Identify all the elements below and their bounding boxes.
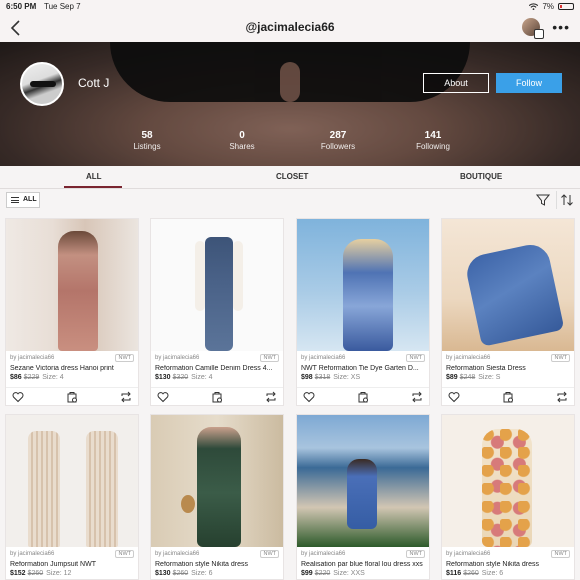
listing-card[interactable]: by jacimalecia66 NWT Realisation par blu… [296, 414, 430, 580]
listing-title[interactable]: Realisation par blue floral lou dress xx… [301, 561, 427, 568]
stat-following[interactable]: 141 Following [403, 130, 463, 151]
status-bar: 6:50 PM Tue Sep 7 7% [0, 0, 580, 14]
follow-button[interactable]: Follow [496, 73, 562, 93]
listing-price-row: $89 $248 Size: S [446, 374, 501, 381]
nwt-badge: NWT [406, 354, 425, 362]
status-time: 6:50 PM [6, 2, 37, 11]
bag-icon [534, 29, 544, 39]
category-all-button[interactable]: ALL [6, 192, 40, 208]
listing-title[interactable]: NWT Reformation Tie Dye Garten D... [301, 365, 427, 372]
nwt-badge: NWT [406, 550, 425, 558]
listing-photo[interactable] [151, 415, 283, 547]
listing-price-row: $152 $260 Size: 12 [10, 570, 72, 577]
listing-card[interactable]: by jacimalecia66 NWT Reformation style N… [441, 414, 575, 580]
nwt-badge: NWT [551, 354, 570, 362]
menu-icon [11, 197, 19, 203]
stat-listings[interactable]: 58 Listings [117, 130, 177, 151]
user-avatar[interactable] [522, 18, 544, 39]
bundle-icon[interactable] [211, 391, 223, 403]
tab-all[interactable]: ALL [86, 172, 102, 181]
listing-title[interactable]: Reformation Siesta Dress [446, 365, 572, 372]
status-right: 7% [529, 2, 574, 11]
share-icon[interactable] [120, 391, 132, 403]
bundle-icon[interactable] [66, 391, 78, 403]
listing-title[interactable]: Sezane Victoria dress Hanoi print [10, 365, 136, 372]
filter-bar: ALL [0, 189, 580, 211]
sort-icon[interactable] [560, 193, 574, 207]
profile-name: Cott J [78, 76, 110, 90]
battery-icon [558, 3, 574, 10]
heart-icon[interactable] [303, 391, 315, 403]
listing-title[interactable]: Reformation style Nikita dress [155, 561, 281, 568]
stat-followers[interactable]: 287 Followers [308, 130, 368, 151]
heart-icon[interactable] [448, 391, 460, 403]
filter-icon[interactable] [536, 193, 550, 207]
listing-price-row: $116 $260 Size: 6 [446, 570, 504, 577]
battery-percent: 7% [542, 2, 554, 11]
nwt-badge: NWT [115, 550, 134, 558]
about-button[interactable]: About [423, 73, 489, 93]
listing-card[interactable]: by jacimalecia66 NWT Sezane Victoria dre… [5, 218, 139, 406]
heart-icon[interactable] [157, 391, 169, 403]
share-icon[interactable] [411, 391, 423, 403]
wifi-icon [529, 3, 539, 10]
listing-photo[interactable] [6, 415, 138, 547]
listing-price-row: $130 $260 Size: 6 [155, 570, 213, 577]
listing-card[interactable]: by jacimalecia66 NWT Reformation Jumpsui… [5, 414, 139, 580]
listing-photo[interactable] [6, 219, 138, 351]
listing-photo[interactable] [297, 219, 429, 351]
listing-price-row: $98 $318 Size: XS [301, 374, 361, 381]
listing-card[interactable]: by jacimalecia66 NWT Reformation Camille… [150, 218, 284, 406]
stat-shares[interactable]: 0 Shares [212, 130, 272, 151]
listing-price-row: $99 $220 Size: XXS [301, 570, 365, 577]
nwt-badge: NWT [260, 354, 279, 362]
tab-boutique[interactable]: BOUTIQUE [460, 172, 502, 181]
closet-tabs: ALL CLOSET BOUTIQUE [0, 166, 580, 188]
listing-title[interactable]: Reformation Camille Denim Dress 4... [155, 365, 281, 372]
listing-photo[interactable] [442, 219, 574, 351]
listing-title[interactable]: Reformation Jumpsuit NWT [10, 561, 136, 568]
listing-photo[interactable] [151, 219, 283, 351]
page-title: @jacimalecia66 [245, 20, 335, 34]
listing-card[interactable]: by jacimalecia66 NWT Reformation Siesta … [441, 218, 575, 406]
listing-photo[interactable] [442, 415, 574, 547]
bundle-icon[interactable] [357, 391, 369, 403]
share-icon[interactable] [265, 391, 277, 403]
status-date: Tue Sep 7 [44, 2, 81, 11]
top-nav: @jacimalecia66 ••• [0, 14, 580, 42]
bundle-icon[interactable] [502, 391, 514, 403]
nwt-badge: NWT [551, 550, 570, 558]
listing-photo[interactable] [297, 415, 429, 547]
listing-card[interactable]: by jacimalecia66 NWT NWT Reformation Tie… [296, 218, 430, 406]
listing-price-row: $86 $229 Size: 4 [10, 374, 64, 381]
listing-price-row: $130 $320 Size: 4 [155, 374, 213, 381]
share-icon[interactable] [556, 391, 568, 403]
cover-photo [0, 42, 580, 166]
nwt-badge: NWT [115, 354, 134, 362]
nwt-badge: NWT [260, 550, 279, 558]
more-icon[interactable]: ••• [552, 19, 570, 35]
heart-icon[interactable] [12, 391, 24, 403]
profile-avatar[interactable] [20, 62, 64, 106]
tab-closet[interactable]: CLOSET [276, 172, 308, 181]
listing-card[interactable]: by jacimalecia66 NWT Reformation style N… [150, 414, 284, 580]
listing-title[interactable]: Reformation style Nikita dress [446, 561, 572, 568]
